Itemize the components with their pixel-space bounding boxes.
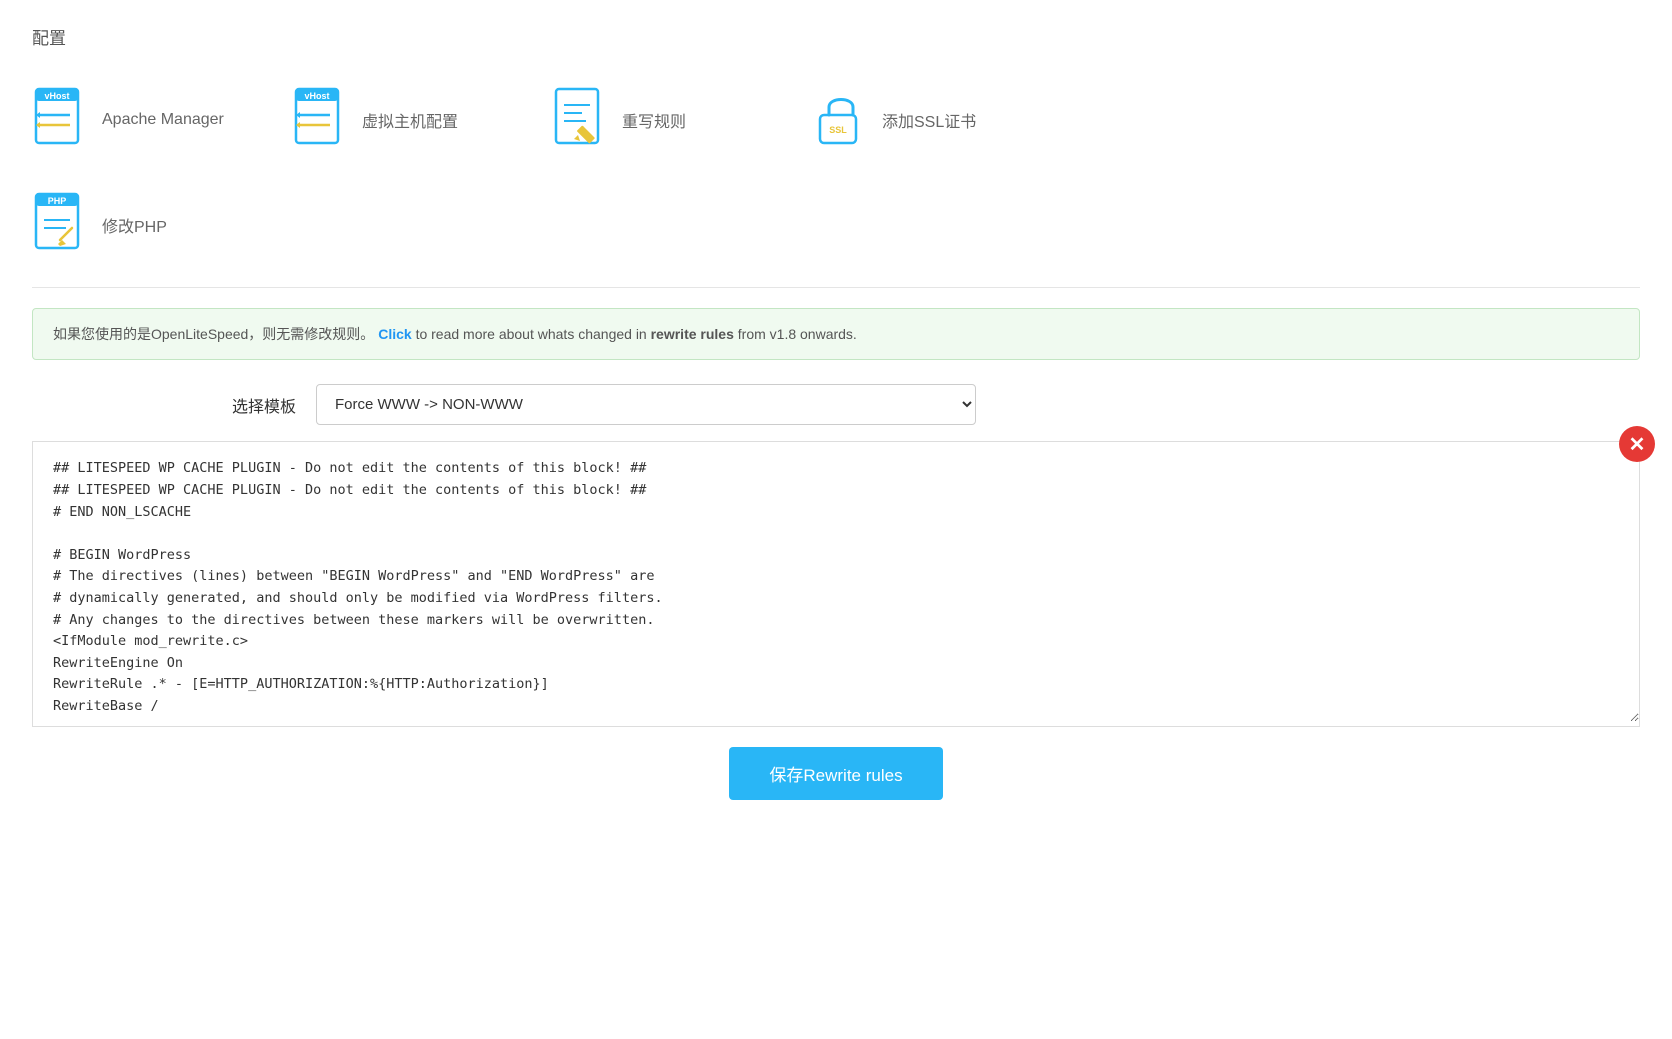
nav-icons-row: vHost Apache Manager vHost — [32, 77, 1640, 162]
nav-icons-row-2: PHP 修改PHP — [32, 182, 1640, 267]
vhost-icon-config: vHost — [292, 87, 350, 152]
editor-container: ✕ ## LITESPEED WP CACHE PLUGIN - Do not … — [32, 441, 1640, 727]
info-banner-click-link[interactable]: Click — [378, 326, 411, 342]
nav-item-ssl-cert[interactable]: SSL 添加SSL证书 — [812, 77, 1012, 162]
page-title: 配置 — [32, 24, 1640, 49]
rewrite-icon — [552, 87, 610, 152]
info-banner-text-middle: to read more about whats changed in — [416, 326, 651, 342]
nav-item-apache-manager[interactable]: vHost Apache Manager — [32, 77, 232, 162]
info-banner-text-after: from v1.8 onwards. — [738, 326, 857, 342]
nav-item-vhost-config[interactable]: vHost 虚拟主机配置 — [292, 77, 492, 162]
editor-wrapper: ✕ ## LITESPEED WP CACHE PLUGIN - Do not … — [32, 441, 1640, 727]
save-btn-row: 保存Rewrite rules — [32, 747, 1640, 800]
ssl-icon: SSL — [812, 87, 870, 152]
nav-item-apache-manager-label: Apache Manager — [102, 111, 224, 129]
close-button[interactable]: ✕ — [1619, 426, 1655, 462]
svg-text:vHost: vHost — [44, 91, 69, 101]
save-button[interactable]: 保存Rewrite rules — [729, 747, 942, 800]
info-banner-bold-text: rewrite rules — [651, 326, 734, 342]
php-icon: PHP — [32, 192, 90, 257]
vhost-icon-apache: vHost — [32, 87, 90, 152]
info-banner: 如果您使用的是OpenLiteSpeed，则无需修改规则。 Click to r… — [32, 308, 1640, 360]
nav-item-ssl-label: 添加SSL证书 — [882, 108, 976, 132]
svg-text:PHP: PHP — [48, 196, 67, 206]
nav-item-vhost-config-label: 虚拟主机配置 — [362, 108, 458, 132]
editor-textarea[interactable]: ## LITESPEED WP CACHE PLUGIN - Do not ed… — [33, 442, 1639, 722]
svg-text:SSL: SSL — [829, 125, 847, 135]
nav-item-rewrite-rules[interactable]: 重写规则 — [552, 77, 752, 162]
template-label: 选择模板 — [232, 393, 296, 417]
nav-item-rewrite-label: 重写规则 — [622, 108, 686, 132]
svg-text:vHost: vHost — [304, 91, 329, 101]
template-row: 选择模板 Force WWW -> NON-WWW Force NON-WWW … — [232, 384, 1640, 425]
template-select[interactable]: Force WWW -> NON-WWW Force NON-WWW -> WW… — [316, 384, 976, 425]
nav-item-modify-php[interactable]: PHP 修改PHP — [32, 182, 232, 267]
divider — [32, 287, 1640, 288]
nav-item-php-label: 修改PHP — [102, 213, 167, 237]
info-banner-text-before: 如果您使用的是OpenLiteSpeed，则无需修改规则。 — [53, 326, 374, 342]
